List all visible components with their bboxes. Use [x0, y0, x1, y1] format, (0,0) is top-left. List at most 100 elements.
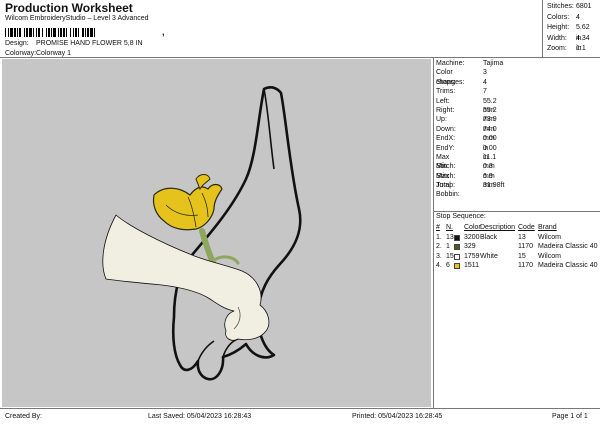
barcode-bar [14, 28, 16, 37]
row-number: 2. [436, 243, 442, 251]
color-swatch [454, 253, 460, 260]
row-number: 1. [436, 233, 442, 241]
barcode-bar [63, 28, 65, 37]
barcode-bar [51, 28, 52, 37]
row-color: 329 [464, 243, 476, 251]
created-by: Created By: [5, 413, 42, 420]
row-stop: 15 [446, 252, 454, 260]
header-number: # [436, 224, 440, 231]
row-code: 1170 [518, 262, 534, 270]
header-divider [0, 57, 600, 58]
header-color: Color [464, 224, 481, 231]
info-value: 3 [483, 69, 487, 77]
row-number: 4. [436, 262, 442, 270]
table-row: 2. 1 329 1170 Madeira Classic 40 [434, 242, 598, 252]
barcode-bar [58, 28, 59, 37]
info-value: Tajima [483, 60, 504, 67]
barcode-bar [5, 28, 6, 37]
stat-value: 6801 [576, 3, 592, 10]
barcode-bar [75, 28, 77, 37]
barcode-bar [48, 28, 50, 37]
barcode-bar [78, 28, 79, 37]
row-stop: 13 [446, 233, 454, 241]
row-code: 15 [518, 252, 526, 260]
footer-divider [0, 408, 600, 409]
info-label: Up: [436, 116, 447, 124]
leaf [214, 255, 240, 265]
barcode-bar [19, 28, 21, 37]
info-value: 31.98ft [483, 182, 505, 190]
barcode-bar [42, 28, 43, 37]
info-label: Total Bobbin: [436, 182, 460, 199]
row-brand: Wilcom [538, 233, 561, 241]
last-saved: Last Saved: 05/04/2023 16:28:43 [148, 413, 252, 420]
barcode-symbol: , [162, 27, 165, 37]
row-brand: Wilcom [538, 252, 561, 260]
barcode-bar [38, 28, 40, 37]
stat-label: Colors: [547, 13, 570, 21]
barcode-bar [53, 28, 56, 37]
row-stop: 1 [446, 243, 450, 251]
hand-outline-inner [263, 88, 275, 170]
finger-line [197, 340, 215, 362]
header-brand: Brand [538, 224, 557, 231]
stat-label: Width: [547, 34, 567, 42]
row-description: White [480, 252, 498, 260]
row-stop: 6 [446, 262, 450, 270]
barcode-bar [87, 28, 89, 37]
info-label: EndY: [436, 144, 455, 152]
row-code: 13 [518, 233, 526, 241]
stat-label: Stitches: [547, 3, 574, 10]
header-stop: N. [446, 224, 453, 231]
color-swatch [454, 263, 460, 270]
footer: Created By: Last Saved: 05/04/2023 16:28… [0, 410, 600, 424]
table-row: 4. 6 1511 1170 Madeira Classic 40 [434, 261, 598, 271]
barcode-bar [10, 28, 13, 37]
info-label: Trims: [436, 88, 456, 96]
row-color: 3200 [464, 233, 480, 241]
design-details: Design: PROMISE HAND FLOWER 5,8 IN Color… [0, 39, 430, 59]
row-brand: Madeira Classic 40 [538, 262, 598, 270]
barcode-bar [82, 28, 84, 37]
header-code: Code [518, 224, 535, 231]
barcode-bar [90, 28, 93, 37]
info-value: 7 [483, 88, 487, 96]
row-color: 1759 [464, 252, 480, 260]
stat-label: Zoom: [547, 45, 567, 52]
barcode-bar [94, 28, 95, 37]
info-label: EndX: [436, 135, 456, 143]
barcode-bar [46, 28, 47, 37]
barcode-bar [26, 28, 28, 37]
stat-value: 1:1 [576, 45, 586, 52]
worksheet-title: Production Worksheet [5, 1, 133, 15]
design-label: Design: [5, 40, 29, 47]
header-description: Description [480, 224, 516, 231]
row-description: Black [480, 233, 498, 241]
barcode-bar [66, 28, 67, 37]
stat-value: 4 [576, 13, 580, 21]
info-label: Stops: [436, 78, 456, 86]
color-swatch [454, 244, 460, 251]
info-label: Right: [436, 106, 455, 114]
info-label: Down: [436, 125, 456, 133]
row-code: 1170 [518, 243, 534, 251]
petal [152, 183, 223, 231]
barcode-bar [24, 28, 25, 37]
info-label: Machine: [436, 60, 465, 67]
barcode-bar [8, 28, 9, 37]
printed-date: Printed: 05/04/2023 16:28:45 [352, 413, 443, 420]
stat-label: Height: [547, 24, 570, 31]
design-value: PROMISE HAND FLOWER 5,8 IN [36, 40, 143, 47]
row-brand: Madeira Classic 40 [538, 243, 598, 251]
stats-divider [542, 0, 543, 57]
barcode-bar [73, 28, 74, 37]
info-label: Left: [436, 97, 450, 105]
barcode-bar [70, 28, 71, 37]
stop-sequence-table: # N. Color Description Code Brand 1. 13 … [434, 223, 598, 271]
row-number: 3. [436, 252, 442, 260]
barcode-bar [85, 28, 86, 37]
stop-sequence-title: Stop Sequence: [436, 213, 486, 220]
table-row: 3. 15 1759 White 15 Wilcom [434, 252, 598, 262]
barcode-bar [17, 28, 18, 37]
glove [102, 214, 270, 341]
